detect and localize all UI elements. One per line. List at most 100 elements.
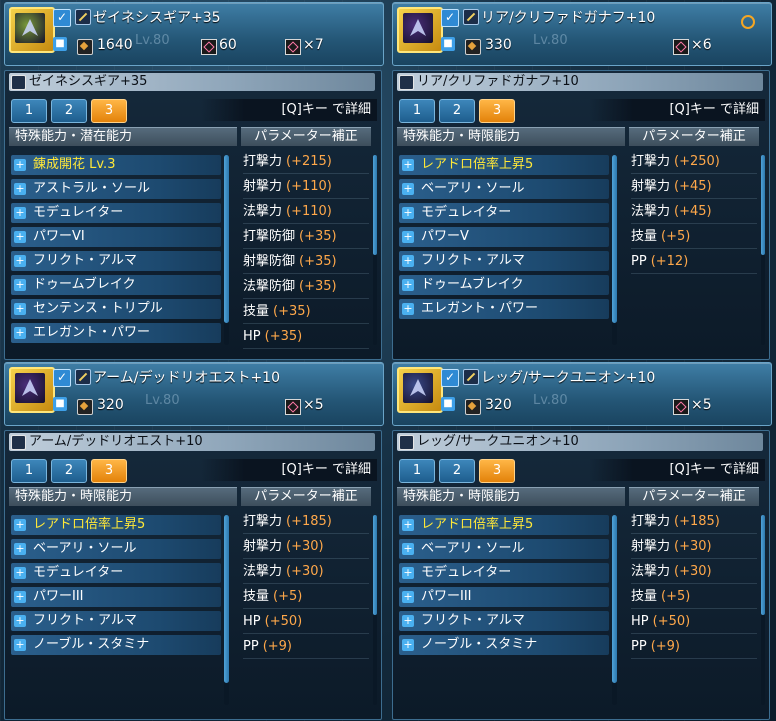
equip-name: アーム/デッドリオエスト+10 xyxy=(93,370,281,386)
title-bar: アーム/デッドリオエスト+10 xyxy=(9,433,375,451)
param-label: HP xyxy=(243,329,261,344)
ability-item[interactable]: + パワーVI xyxy=(11,227,221,247)
ability-item[interactable]: + パワーIII xyxy=(399,587,609,607)
equip-header[interactable]: ✓ ■ レッグ/サークユニオン+10 320 Lv.80 ×5 xyxy=(392,362,772,426)
ability-item[interactable]: + フリクト・アルマ xyxy=(399,611,609,631)
expand-icon: + xyxy=(14,278,26,291)
ability-scrollbar[interactable] xyxy=(612,155,617,345)
equipment-card: ✓ ■ ゼイネシスギア+35 1640 Lv.80 60 ×7 ゼイネシスギア+35 1 2 3 [Q… xyxy=(0,0,388,360)
tab-1[interactable]: 1 xyxy=(11,459,47,483)
ability-item[interactable]: + フリクト・アルマ xyxy=(11,611,221,631)
ability-item[interactable]: + ベーアリ・ソール xyxy=(11,539,221,559)
scrollbar-thumb[interactable] xyxy=(224,515,229,683)
ability-item[interactable]: + フリクト・アルマ xyxy=(11,251,221,271)
tab-2[interactable]: 2 xyxy=(439,99,475,123)
equip-header[interactable]: ✓ ■ ゼイネシスギア+35 1640 Lv.80 60 ×7 xyxy=(4,2,384,66)
param-scrollbar[interactable] xyxy=(373,515,377,705)
scrollbar-thumb[interactable] xyxy=(612,155,617,323)
equip-thumbnail[interactable] xyxy=(397,367,443,413)
equip-header[interactable]: ✓ ■ リア/クリファドガナフ+10 330 Lv.80 ×6 xyxy=(392,2,772,66)
param-row: PP (+9) xyxy=(243,636,369,659)
param-row: 打撃力 (+185) xyxy=(243,511,369,534)
tab-3[interactable]: 3 xyxy=(91,99,127,123)
ability-item[interactable]: + レアドロ倍率上昇5 xyxy=(399,515,609,535)
tab-2[interactable]: 2 xyxy=(51,99,87,123)
ability-scrollbar[interactable] xyxy=(612,515,617,705)
ability-item[interactable]: + モデュレイター xyxy=(399,563,609,583)
tab-3[interactable]: 3 xyxy=(479,459,515,483)
detail-panel: ゼイネシスギア+35 1 2 3 [Q]キー で詳細 特殊能力・潜在能力 パラメーター補正 +… xyxy=(4,70,382,360)
lock-icon: ■ xyxy=(441,397,455,411)
equip-thumbnail[interactable] xyxy=(9,367,55,413)
ability-name: センテンス・トリプル xyxy=(33,301,163,316)
lock-icon: ■ xyxy=(53,397,67,411)
ability-scrollbar[interactable] xyxy=(224,515,229,705)
ability-name: モデュレイター xyxy=(421,565,512,580)
ability-item[interactable]: + ノーブル・スタミナ xyxy=(399,635,609,655)
checkmark-icon: ✓ xyxy=(53,9,71,27)
expand-icon: + xyxy=(14,206,26,219)
ghost-level: Lv.80 xyxy=(533,393,568,408)
tab-2[interactable]: 2 xyxy=(439,459,475,483)
pin-icon[interactable] xyxy=(741,15,755,29)
category-icon xyxy=(399,75,414,90)
ability-item[interactable]: + ノーブル・スタミナ xyxy=(11,635,221,655)
ability-item[interactable]: + フリクト・アルマ xyxy=(399,251,609,271)
ability-name: エレガント・パワー xyxy=(421,301,539,316)
param-label: 法撃防御 xyxy=(243,279,296,294)
ability-item[interactable]: + センテンス・トリプル xyxy=(11,299,221,319)
param-scrollbar[interactable] xyxy=(761,155,765,345)
equip-thumbnail[interactable] xyxy=(9,7,55,53)
tab-1[interactable]: 1 xyxy=(399,459,435,483)
ability-item[interactable]: + 錬成開花 Lv.3 xyxy=(11,155,221,175)
ability-item[interactable]: + モデュレイター xyxy=(399,203,609,223)
expand-icon: + xyxy=(14,326,26,339)
ability-item[interactable]: + アストラル・ソール xyxy=(11,179,221,199)
ability-item[interactable]: + ドゥームブレイク xyxy=(399,275,609,295)
param-value: (+5) xyxy=(661,589,691,604)
ability-item[interactable]: + エレガント・パワー xyxy=(11,323,221,343)
tab-1[interactable]: 1 xyxy=(399,99,435,123)
ability-item[interactable]: + パワーIII xyxy=(11,587,221,607)
scrollbar-thumb[interactable] xyxy=(224,155,229,323)
param-scrollbar[interactable] xyxy=(373,155,377,345)
ability-item[interactable]: + モデュレイター xyxy=(11,563,221,583)
scrollbar-thumb[interactable] xyxy=(373,515,377,615)
equipment-card: ✓ ■ レッグ/サークユニオン+10 320 Lv.80 ×5 レッグ/サークユニオン+10… xyxy=(388,360,776,720)
ability-item[interactable]: + エレガント・パワー xyxy=(399,299,609,319)
ability-item[interactable]: + パワーV xyxy=(399,227,609,247)
tab-3[interactable]: 3 xyxy=(479,99,515,123)
ability-name: ベーアリ・ソール xyxy=(421,181,525,196)
equip-thumbnail[interactable] xyxy=(397,7,443,53)
equipment-card: ✓ ■ リア/クリファドガナフ+10 330 Lv.80 ×6 リア/クリファドガナフ+10… xyxy=(388,0,776,360)
ability-name: フリクト・アルマ xyxy=(33,613,137,628)
ability-item[interactable]: + ベーアリ・ソール xyxy=(399,179,609,199)
ability-item[interactable]: + ドゥームブレイク xyxy=(11,275,221,295)
detail-hint[interactable]: [Q]キー で詳細 xyxy=(201,99,377,121)
detail-hint[interactable]: [Q]キー で詳細 xyxy=(201,459,377,481)
param-label: 技量 xyxy=(631,589,658,604)
param-value: (+30) xyxy=(674,564,712,579)
scrollbar-thumb[interactable] xyxy=(761,515,765,615)
param-label: 射撃防御 xyxy=(243,254,296,269)
expand-icon: + xyxy=(402,254,414,267)
tab-3[interactable]: 3 xyxy=(91,459,127,483)
scrollbar-thumb[interactable] xyxy=(761,155,765,255)
param-row: HP (+50) xyxy=(243,611,369,634)
tab-2[interactable]: 2 xyxy=(51,459,87,483)
tab-1[interactable]: 1 xyxy=(11,99,47,123)
scrollbar-thumb[interactable] xyxy=(373,155,377,255)
scrollbar-thumb[interactable] xyxy=(612,515,617,683)
equip-header[interactable]: ✓ ■ アーム/デッドリオエスト+10 320 Lv.80 ×5 xyxy=(4,362,384,426)
slots-count: ×5 xyxy=(691,397,712,413)
ability-scrollbar[interactable] xyxy=(224,155,229,345)
ability-item[interactable]: + レアドロ倍率上昇5 xyxy=(399,155,609,175)
detail-hint[interactable]: [Q]キー で詳細 xyxy=(589,99,765,121)
ability-item[interactable]: + ベーアリ・ソール xyxy=(399,539,609,559)
ability-item[interactable]: + レアドロ倍率上昇5 xyxy=(11,515,221,535)
requirement-value: 1640 xyxy=(97,37,133,53)
param-scrollbar[interactable] xyxy=(761,515,765,705)
ability-item[interactable]: + モデュレイター xyxy=(11,203,221,223)
detail-hint[interactable]: [Q]キー で詳細 xyxy=(589,459,765,481)
element-icon xyxy=(201,39,217,55)
